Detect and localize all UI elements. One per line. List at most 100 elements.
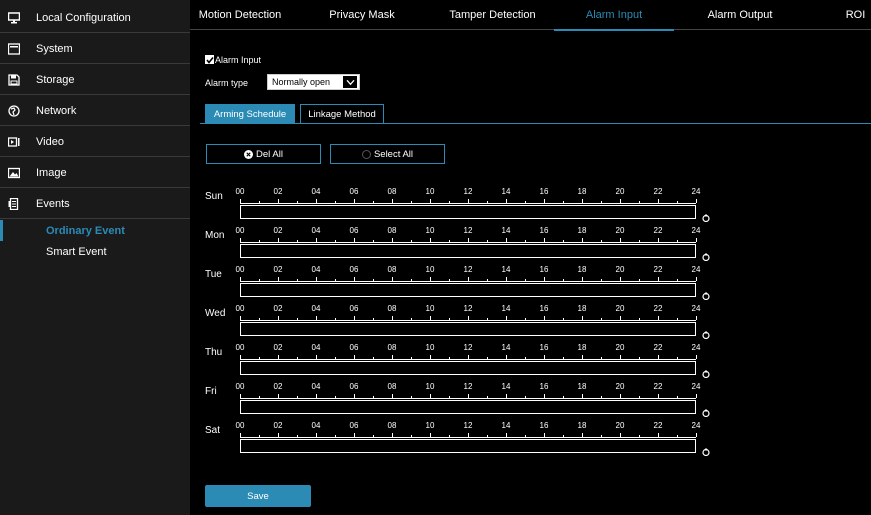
hour-tick	[487, 201, 488, 203]
hour-tick	[487, 240, 488, 242]
select-all-label: Select All	[373, 148, 414, 160]
hour-tick-label: 12	[463, 382, 473, 391]
hour-tick	[297, 318, 298, 320]
subtab-arming-schedule[interactable]: Arming Schedule	[205, 104, 295, 124]
sidebar-item-label: Network	[36, 104, 77, 117]
sidebar-item-system[interactable]: System	[0, 34, 190, 64]
hour-tick-label: 14	[501, 421, 511, 430]
schedule-timeline-mon[interactable]	[240, 244, 696, 258]
hour-tick-label: 14	[501, 265, 511, 274]
alarm-type-select[interactable]: Normally open	[267, 74, 360, 90]
alarm-input-checkbox[interactable]	[205, 55, 214, 64]
tab-alarm-input[interactable]: Alarm Input	[554, 0, 674, 31]
schedule-timeline-thu[interactable]	[240, 361, 696, 375]
hour-tick	[373, 357, 374, 359]
sidebar-item-video[interactable]: Video	[0, 127, 190, 157]
hour-tick	[468, 316, 469, 320]
hour-tick-label: 24	[691, 343, 701, 352]
select-all-button[interactable]: Select All	[330, 144, 445, 164]
subtab-linkage-method[interactable]: Linkage Method	[300, 104, 384, 124]
hour-tick	[240, 433, 241, 437]
copy-schedule-icon[interactable]	[702, 209, 710, 223]
tab-motion-detection[interactable]: Motion Detection	[190, 0, 290, 30]
save-button[interactable]: Save	[205, 485, 311, 507]
hour-tick	[278, 238, 279, 242]
hour-tick-label: 14	[501, 226, 511, 235]
del-all-button[interactable]: Del All	[206, 144, 321, 164]
hour-tick	[677, 240, 678, 242]
hour-tick	[316, 199, 317, 203]
hour-tick	[487, 279, 488, 281]
sidebar-item-events[interactable]: Events	[0, 189, 190, 219]
hour-tick	[316, 277, 317, 281]
sidebar-item-label: System	[36, 42, 73, 55]
copy-schedule-icon[interactable]	[702, 287, 710, 301]
hour-tick-label: 16	[539, 343, 549, 352]
day-label: Thu	[205, 347, 223, 358]
hour-tick	[411, 240, 412, 242]
hour-tick	[620, 316, 621, 320]
hour-tick	[544, 394, 545, 398]
hour-tick	[658, 277, 659, 281]
hour-tick	[259, 279, 260, 281]
sidebar-subitem-ordinary-event[interactable]: Ordinary Event	[0, 220, 190, 241]
schedule-timeline-wed[interactable]	[240, 322, 696, 336]
hour-tick	[430, 433, 431, 437]
hour-tick	[582, 394, 583, 398]
sidebar: Local Configuration System Storage Netwo…	[0, 0, 190, 515]
copy-schedule-icon[interactable]	[702, 404, 710, 418]
hour-tick	[639, 201, 640, 203]
hour-tick-label: 02	[273, 343, 283, 352]
schedule-timeline-tue[interactable]	[240, 283, 696, 297]
sidebar-item-storage[interactable]: Storage	[0, 65, 190, 95]
hour-tick	[696, 394, 697, 398]
hour-tick	[639, 435, 640, 437]
sidebar-item-label: Video	[36, 135, 64, 148]
hour-tick-label: 06	[349, 226, 359, 235]
hour-tick-row	[240, 394, 697, 399]
hour-tick	[677, 318, 678, 320]
hour-tick	[658, 394, 659, 398]
copy-schedule-icon[interactable]	[702, 326, 710, 340]
sidebar-item-network[interactable]: Network	[0, 96, 190, 126]
hour-tick	[392, 238, 393, 242]
sidebar-item-label: Events	[36, 197, 70, 210]
hour-tick	[620, 394, 621, 398]
hour-tick	[601, 240, 602, 242]
schedule-timeline-fri[interactable]	[240, 400, 696, 414]
hour-tick-label: 20	[615, 421, 625, 430]
hour-tick	[278, 199, 279, 203]
hour-tick	[544, 433, 545, 437]
hour-tick	[430, 199, 431, 203]
hour-tick	[658, 316, 659, 320]
hour-tick	[354, 199, 355, 203]
hour-tick	[354, 355, 355, 359]
hour-tick-row	[240, 238, 697, 243]
sidebar-item-local-configuration[interactable]: Local Configuration	[0, 3, 190, 33]
hour-tick-label: 00	[235, 304, 245, 313]
hour-tick-label: 00	[235, 265, 245, 274]
tab-tamper-detection[interactable]: Tamper Detection	[435, 0, 550, 30]
copy-schedule-icon[interactable]	[702, 248, 710, 262]
hour-tick-label: 10	[425, 382, 435, 391]
schedule-timeline-sat[interactable]	[240, 439, 696, 453]
hour-tick-label: 10	[425, 187, 435, 196]
hour-tick	[297, 435, 298, 437]
sidebar-subitem-smart-event[interactable]: Smart Event	[0, 241, 190, 262]
copy-schedule-icon[interactable]	[702, 365, 710, 379]
hour-tick	[449, 435, 450, 437]
copy-schedule-icon[interactable]	[702, 443, 710, 457]
tab-roi[interactable]: ROI	[840, 0, 871, 30]
schedule-timeline-sun[interactable]	[240, 205, 696, 219]
sidebar-item-image[interactable]: Image	[0, 158, 190, 188]
alarm-input-label: Alarm Input	[215, 55, 262, 65]
hour-tick	[601, 201, 602, 203]
hour-tick	[696, 238, 697, 242]
hour-tick	[297, 396, 298, 398]
hour-tick	[506, 277, 507, 281]
tab-privacy-mask[interactable]: Privacy Mask	[322, 0, 402, 30]
hour-tick	[525, 396, 526, 398]
hour-tick	[658, 355, 659, 359]
hour-tick-label: 20	[615, 265, 625, 274]
tab-alarm-output[interactable]: Alarm Output	[690, 0, 790, 30]
